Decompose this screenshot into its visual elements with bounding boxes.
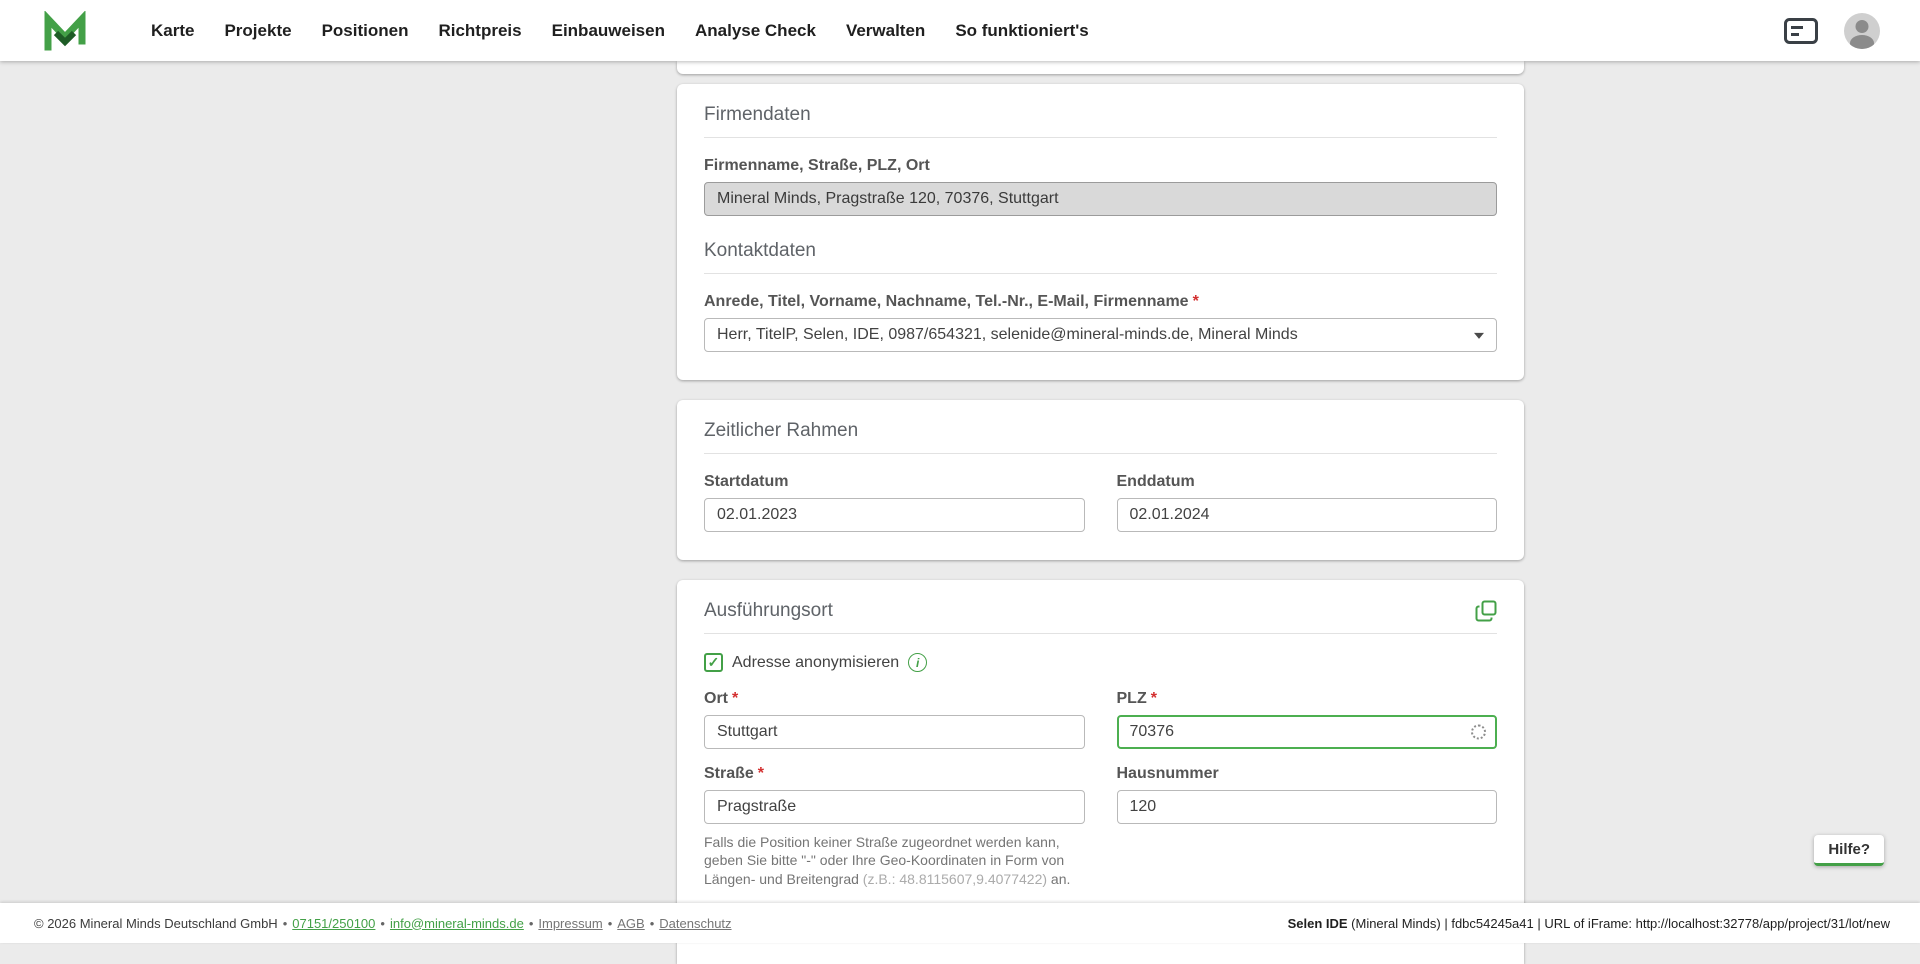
agb-link[interactable]: AGB	[617, 916, 644, 931]
datenschutz-link[interactable]: Datenschutz	[659, 916, 731, 931]
chevron-down-icon	[1474, 332, 1484, 339]
nav-item-projekte[interactable]: Projekte	[209, 0, 306, 61]
divider	[704, 273, 1497, 274]
loading-spinner-icon	[1471, 724, 1486, 740]
strasse-input[interactable]	[704, 790, 1085, 824]
kontakt-field-label: Anrede, Titel, Vorname, Nachname, Tel.-N…	[704, 293, 1497, 311]
strasse-label-text: Straße	[704, 765, 754, 782]
ort-label: Ort *	[704, 690, 1085, 708]
plz-label-text: PLZ	[1116, 690, 1147, 707]
avatar-head-icon	[1855, 19, 1869, 33]
logo[interactable]	[44, 9, 86, 51]
firmendaten-field-label: Firmenname, Straße, PLZ, Ort	[704, 157, 930, 174]
plz-label: PLZ *	[1117, 690, 1498, 708]
footer: © 2026 Mineral Minds Deutschland GmbH • …	[0, 903, 1920, 943]
info-icon[interactable]: i	[908, 653, 928, 672]
env-name: Selen IDE	[1287, 915, 1348, 931]
hausnummer-input[interactable]	[1116, 790, 1497, 824]
firmendaten-title: Firmendaten	[704, 104, 811, 125]
avatar[interactable]	[1844, 12, 1880, 49]
kontaktdaten-title: Kontaktdaten	[704, 240, 816, 261]
kontakt-select-value: Herr, TitelP, Selen, IDE, 0987/654321, s…	[717, 326, 1298, 343]
phone-link[interactable]: 07151/250100	[292, 916, 375, 931]
strasse-hint: Falls die Position keiner Straße zugeord…	[704, 833, 1084, 888]
divider	[704, 633, 1497, 634]
copy-icon[interactable]	[1475, 600, 1497, 622]
email-link[interactable]: info@mineral-minds.de	[390, 916, 524, 931]
anonymize-checkbox[interactable]: ✓	[704, 653, 723, 672]
main-menu: Karte Projekte Positionen Richtpreis Ein…	[136, 0, 1104, 61]
nav-item-so-funktionierts[interactable]: So funktioniert's	[940, 0, 1103, 61]
required-mark: *	[757, 765, 765, 782]
hausnummer-label: Hausnummer	[1116, 765, 1219, 782]
nav-item-positionen[interactable]: Positionen	[307, 0, 424, 61]
ausfuehrungsort-card: Ausführungsort ✓ Adresse anonymisieren i…	[677, 580, 1524, 917]
divider	[704, 453, 1497, 454]
env-details: (Mineral Minds) | fdbc54245a41 | URL of …	[1347, 915, 1890, 931]
nav-item-verwalten[interactable]: Verwalten	[831, 0, 940, 61]
top-nav: Karte Projekte Positionen Richtpreis Ein…	[0, 0, 1920, 61]
kontakt-field-label-text: Anrede, Titel, Vorname, Nachname, Tel.-N…	[704, 293, 1189, 310]
strasse-hint-example: (z.B.: 48.8115607,9.4077422)	[862, 870, 1048, 887]
divider	[704, 137, 1497, 138]
separator-dot: •	[282, 915, 288, 931]
firmendaten-readonly-input[interactable]	[704, 182, 1497, 216]
impressum-link[interactable]: Impressum	[538, 916, 602, 931]
nav-item-karte[interactable]: Karte	[136, 0, 209, 61]
enddatum-input[interactable]	[1116, 498, 1497, 532]
separator-dot: •	[380, 915, 385, 931]
startdatum-label: Startdatum	[704, 473, 789, 490]
enddatum-label: Enddatum	[1116, 473, 1195, 490]
ort-input[interactable]	[704, 715, 1085, 749]
nav-item-richtpreis[interactable]: Richtpreis	[423, 0, 536, 61]
nav-item-einbauweisen[interactable]: Einbauweisen	[537, 0, 680, 61]
copyright-text: © 2026 Mineral Minds Deutschland GmbH	[34, 915, 278, 931]
plz-input[interactable]	[1116, 715, 1497, 749]
separator-dot: •	[649, 915, 655, 931]
separator-dot: •	[607, 915, 613, 931]
avatar-body-icon	[1850, 34, 1874, 49]
kontakt-select[interactable]: Herr, TitelP, Selen, IDE, 0987/654321, s…	[704, 318, 1497, 352]
anonymize-label: Adresse anonymisieren	[732, 653, 900, 671]
startdatum-input[interactable]	[704, 498, 1085, 532]
nav-item-analyse-check[interactable]: Analyse Check	[680, 0, 831, 61]
required-mark: *	[732, 690, 739, 707]
footer-right: Selen IDE (Mineral Minds) | fdbc54245a41…	[1288, 916, 1890, 931]
ausfuehrungsort-title: Ausführungsort	[704, 600, 833, 621]
strasse-hint-suffix: an.	[1047, 870, 1071, 887]
required-mark: *	[1150, 690, 1157, 707]
form-column: Firmendaten Firmenname, Straße, PLZ, Ort…	[677, 61, 1524, 964]
strasse-label: Straße *	[704, 765, 1085, 783]
required-mark: *	[1192, 293, 1199, 310]
footer-left: © 2026 Mineral Minds Deutschland GmbH • …	[34, 916, 732, 931]
separator-dot: •	[528, 915, 534, 931]
help-button[interactable]: Hilfe?	[1814, 835, 1884, 866]
previous-card-partial	[677, 61, 1524, 74]
server-icon[interactable]	[1784, 17, 1818, 44]
zeitraum-card: Zeitlicher Rahmen Startdatum Enddatum	[677, 400, 1524, 560]
zeitraum-title: Zeitlicher Rahmen	[704, 420, 859, 441]
ort-label-text: Ort	[704, 690, 728, 707]
firmendaten-card: Firmendaten Firmenname, Straße, PLZ, Ort…	[677, 84, 1524, 380]
